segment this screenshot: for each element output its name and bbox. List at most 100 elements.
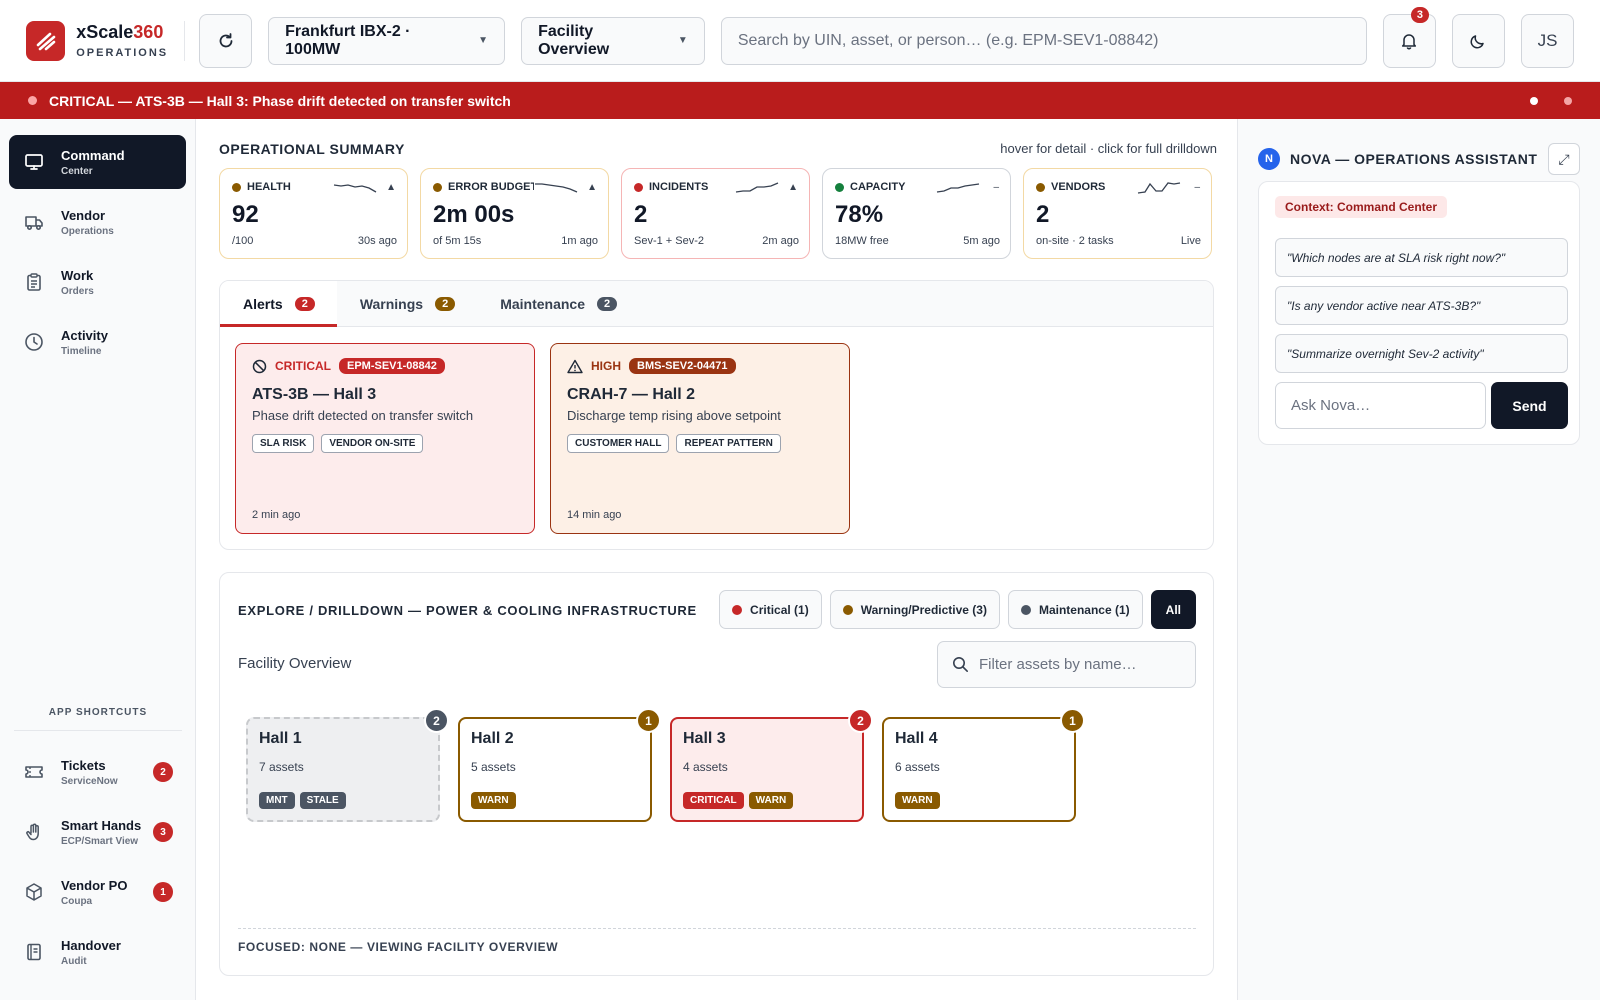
facility-label: Facility Overview bbox=[238, 655, 352, 672]
suggestion-chip[interactable]: "Summarize overnight Sev-2 activity" bbox=[1275, 334, 1568, 373]
alert-card-high[interactable]: HIGH BMS-SEV2-04471 CRAH-7 — Hall 2 Disc… bbox=[550, 343, 850, 534]
kpi-sub: 18MW free bbox=[835, 235, 889, 247]
trend-flat-icon: – bbox=[1194, 182, 1200, 193]
view-selector-value: Facility Overview bbox=[538, 22, 610, 58]
shortcut-count-badge: 1 bbox=[153, 882, 173, 902]
truck-icon bbox=[23, 211, 45, 233]
sidebar-item-command-center[interactable]: Command Center bbox=[9, 135, 186, 189]
asset-filter-input[interactable]: Filter assets by name… bbox=[937, 641, 1196, 688]
hall-name: Hall 4 bbox=[895, 730, 938, 747]
assistant-avatar: N bbox=[1258, 148, 1280, 170]
tab-count-badge: 2 bbox=[597, 296, 618, 311]
status-dot-icon bbox=[28, 96, 37, 105]
shortcut-title: Handover bbox=[61, 937, 121, 953]
tab-bar: Alerts 2 Warnings 2 Maintenance 2 bbox=[220, 281, 1213, 327]
hall-chip: MNT bbox=[259, 792, 295, 809]
assistant-title: NOVA — OPERATIONS ASSISTANT bbox=[1290, 151, 1538, 167]
kpi-card-error-budget[interactable]: ERROR BUDGET ▲ 2m 00s of 5m 15s 1m ago bbox=[420, 168, 609, 259]
kpi-label: ERROR BUDGET bbox=[448, 181, 538, 193]
hall-card-1[interactable]: Hall 1 7 assets MNT STALE 2 bbox=[246, 708, 449, 822]
kpi-card-incidents[interactable]: INCIDENTS ▲ 2 Sev-1 + Sev-2 2m ago bbox=[621, 168, 810, 259]
tab-maintenance[interactable]: Maintenance 2 bbox=[477, 281, 639, 326]
brand-logo[interactable] bbox=[26, 20, 66, 61]
sparkline-icon bbox=[333, 184, 377, 193]
hall-chip: WARN bbox=[471, 792, 516, 809]
sidebar-item-vendor-operations[interactable]: Vendor Operations bbox=[9, 195, 186, 249]
sidebar-item-work-orders[interactable]: Work Orders bbox=[9, 255, 186, 309]
pager-dot-1[interactable] bbox=[1530, 96, 1538, 105]
hall-assets: 5 assets bbox=[471, 760, 516, 774]
theme-toggle-button[interactable] bbox=[1451, 13, 1505, 68]
tab-label: Warnings bbox=[359, 295, 424, 312]
site-selector[interactable]: Frankfurt IBX-2 · 100MW ▼ bbox=[268, 16, 506, 65]
hand-icon bbox=[23, 821, 45, 843]
alert-tag: VENDOR ON-SITE bbox=[321, 434, 424, 453]
shortcut-vendor-po[interactable]: Vendor PO Coupa 1 bbox=[9, 865, 187, 919]
kpi-updated: 5m ago bbox=[963, 235, 1000, 247]
kpi-updated: 2m ago bbox=[762, 235, 799, 247]
alert-time: 14 min ago bbox=[567, 509, 622, 521]
divider bbox=[238, 928, 1196, 929]
suggestion-chip[interactable]: "Which nodes are at SLA risk right now?" bbox=[1275, 238, 1568, 277]
divider bbox=[14, 730, 182, 731]
tab-alerts[interactable]: Alerts 2 bbox=[220, 281, 337, 327]
banner-text: CRITICAL — ATS-3B — Hall 3: Phase drift … bbox=[49, 92, 511, 109]
ticket-icon bbox=[23, 761, 45, 783]
kpi-label: VENDORS bbox=[1051, 181, 1106, 193]
refresh-button[interactable] bbox=[199, 13, 253, 68]
tab-count-badge: 2 bbox=[435, 296, 456, 311]
ask-placeholder: Ask Nova… bbox=[1291, 397, 1371, 414]
nav-title: Activity bbox=[61, 327, 108, 343]
hall-card-2[interactable]: Hall 2 5 assets WARN 1 bbox=[458, 708, 661, 822]
kpi-card-vendors[interactable]: VENDORS – 2 on-site · 2 tasks Live bbox=[1023, 168, 1212, 259]
hall-count-badge: 1 bbox=[636, 708, 661, 733]
assistant-card: Context: Command Center "Which nodes are… bbox=[1258, 181, 1580, 445]
site-selector-value: Frankfurt IBX-2 · 100MW bbox=[285, 22, 411, 58]
send-button[interactable]: Send bbox=[1491, 382, 1568, 429]
shortcut-tickets[interactable]: Tickets ServiceNow 2 bbox=[9, 745, 187, 799]
hall-name: Hall 2 bbox=[471, 730, 514, 747]
alert-title: ATS-3B — Hall 3 bbox=[252, 386, 377, 403]
notifications-button[interactable]: 3 bbox=[1382, 6, 1436, 68]
critical-alert-banner[interactable]: CRITICAL — ATS-3B — Hall 3: Phase drift … bbox=[0, 82, 1600, 119]
box-icon bbox=[23, 881, 45, 903]
alert-tags: SLA RISK VENDOR ON-SITE bbox=[252, 434, 518, 453]
shortcut-title: Smart Hands bbox=[61, 817, 142, 833]
severity-label: HIGH bbox=[591, 359, 621, 373]
sidebar-item-activity-timeline[interactable]: Activity Timeline bbox=[9, 315, 186, 369]
view-selector[interactable]: Facility Overview ▼ bbox=[521, 16, 705, 65]
filter-critical-button[interactable]: Critical (1) bbox=[719, 590, 822, 629]
shortcut-smart-hands[interactable]: Smart Hands ECP/Smart View 3 bbox=[9, 805, 187, 859]
brand-number: 360 bbox=[133, 22, 164, 42]
filter-maintenance-button[interactable]: Maintenance (1) bbox=[1007, 590, 1143, 629]
filter-all-button[interactable]: All bbox=[1150, 590, 1196, 629]
tab-label: Alerts bbox=[243, 295, 283, 312]
filter-warning-button[interactable]: Warning/Predictive (3) bbox=[829, 590, 1000, 629]
suggestion-chip[interactable]: "Is any vendor active near ATS-3B?" bbox=[1275, 286, 1568, 325]
kpi-card-capacity[interactable]: CAPACITY – 78% 18MW free 5m ago bbox=[822, 168, 1011, 259]
user-avatar[interactable]: JS bbox=[1521, 13, 1575, 68]
tab-warnings[interactable]: Warnings 2 bbox=[337, 281, 477, 326]
expand-icon[interactable]: ⤢ bbox=[1548, 143, 1580, 175]
block-icon bbox=[252, 359, 267, 373]
global-search-input[interactable]: Search by UIN, asset, or person… (e.g. E… bbox=[720, 16, 1367, 65]
ask-nova-input[interactable]: Ask Nova… bbox=[1275, 382, 1486, 429]
kpi-card-health[interactable]: HEALTH ▲ 92 /100 30s ago bbox=[219, 168, 408, 259]
moon-icon bbox=[1471, 34, 1485, 48]
alert-code-badge: EPM-SEV1-08842 bbox=[339, 358, 445, 374]
hall-card-3[interactable]: Hall 3 4 assets CRITICAL WARN 2 bbox=[670, 708, 873, 822]
filter-label: Critical (1) bbox=[750, 602, 809, 617]
status-dot-icon bbox=[232, 182, 241, 192]
sidebar: Command Center Vendor Operations Work Order… bbox=[0, 119, 196, 1000]
status-dot-icon bbox=[1020, 604, 1031, 615]
hall-card-4[interactable]: Hall 4 6 assets WARN 1 bbox=[882, 708, 1085, 822]
kpi-row: HEALTH ▲ 92 /100 30s ago ERROR BUDGET ▲ … bbox=[219, 168, 1212, 259]
kpi-updated: 1m ago bbox=[561, 235, 598, 247]
status-dot-icon bbox=[634, 182, 643, 192]
sparkline-icon bbox=[735, 182, 779, 193]
user-initials: JS bbox=[1537, 30, 1558, 50]
pager-dot-2[interactable] bbox=[1564, 96, 1572, 105]
alert-card-critical[interactable]: CRITICAL EPM-SEV1-08842 ATS-3B — Hall 3 … bbox=[235, 343, 535, 534]
shortcut-handover[interactable]: Handover Audit bbox=[9, 925, 187, 979]
kpi-sub: on-site · 2 tasks bbox=[1036, 235, 1114, 247]
